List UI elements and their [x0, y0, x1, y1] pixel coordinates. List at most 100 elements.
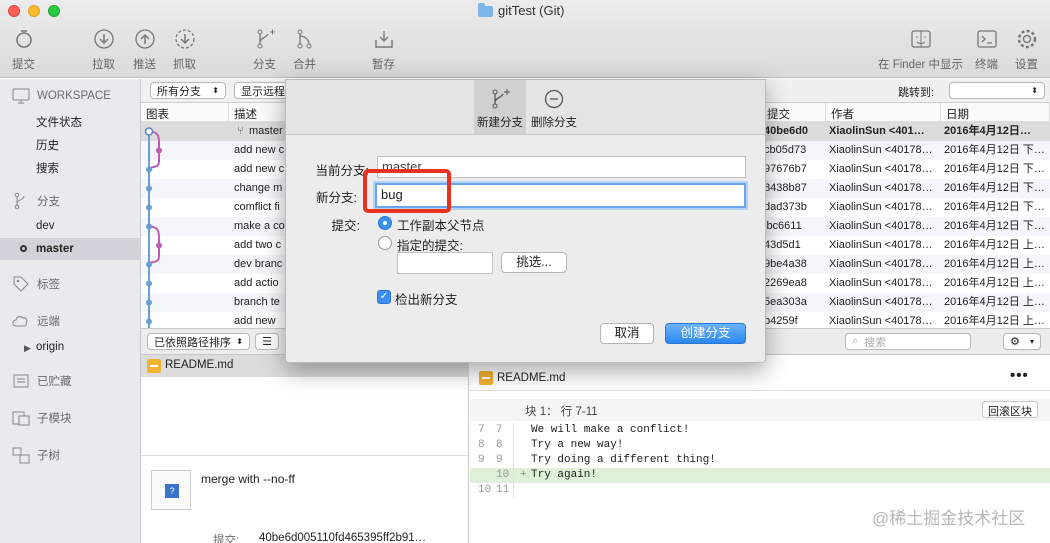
sidebar-item-dev[interactable]: dev: [36, 220, 55, 232]
radio-specified-commit[interactable]: [378, 236, 392, 250]
commit-date: 2016年4月12日 下…: [944, 201, 1045, 213]
merge-icon: [297, 29, 311, 49]
disclosure-triangle-icon[interactable]: ▶: [24, 343, 31, 354]
specified-commit-input[interactable]: [397, 252, 493, 274]
commit-date: 2016年4月12日 下…: [944, 220, 1045, 232]
sidebar-section-stashes[interactable]: 已贮藏: [12, 372, 72, 390]
commit-button[interactable]: 提交: [12, 28, 35, 72]
diff-new-line-number: 11: [496, 484, 510, 496]
radio-working-copy[interactable]: [378, 216, 392, 230]
file-search-placeholder: 搜索: [864, 336, 887, 349]
sidebar-section-remotes[interactable]: 远端: [12, 312, 60, 330]
pick-commit-button[interactable]: 挑选...: [501, 252, 567, 273]
sidebar-item-origin[interactable]: origin: [36, 341, 64, 353]
commit-hash: 43d5d1: [764, 239, 801, 251]
sidebar-item-master[interactable]: master: [36, 243, 74, 255]
more-options-icon[interactable]: •••: [1010, 367, 1029, 384]
graph-commit-dot: [146, 204, 152, 211]
commit-message: merge with --no-ff: [201, 472, 295, 486]
modified-file-icon: [147, 359, 161, 373]
commit-author: XiaolinSun <40178…: [829, 182, 933, 194]
list-view-button[interactable]: ☰: [255, 333, 279, 350]
jump-to-select[interactable]: ⬍: [949, 82, 1045, 99]
window-title: gitTest (Git): [478, 3, 564, 18]
stash-icon: [374, 31, 393, 48]
branch-label: 分支: [253, 59, 276, 71]
sidebar-section-tags[interactable]: 标签: [12, 275, 60, 293]
commit-date: 2016年4月12日 下…: [944, 182, 1045, 194]
file-search-input[interactable]: ⌕ 搜索: [845, 333, 971, 350]
sidebar-section-workspace[interactable]: WORKSPACE: [12, 87, 111, 105]
commit-source-label: 提交:: [331, 219, 360, 233]
sort-select[interactable]: 已依照路径排序 ⬍: [147, 333, 250, 350]
diff-header: README.md •••: [470, 365, 1050, 391]
show-in-finder-button[interactable]: 在 Finder 中显示: [878, 28, 963, 72]
sidebar-item-history[interactable]: 历史: [36, 137, 59, 153]
file-name: README.md: [165, 359, 234, 371]
checkout-new-branch-checkbox[interactable]: ✓: [377, 290, 391, 304]
fetch-icon: [174, 29, 195, 49]
window-title-text: gitTest (Git): [498, 3, 565, 18]
monitor-icon: [12, 88, 30, 104]
commit-hash: lbc6611: [764, 220, 802, 232]
file-options-button[interactable]: ⚙ ▾: [1003, 333, 1041, 350]
gutter-divider: [513, 423, 514, 498]
create-branch-button[interactable]: 创建分支: [665, 323, 746, 344]
commit-hash-value[interactable]: 40be6d005110fd465395ff2b91…: [259, 532, 426, 543]
diff-new-line-number: 9: [496, 454, 503, 466]
new-branch-dialog: 新建分支 删除分支 当前分支: master 新分支: bug 提交: 工作副本…: [285, 79, 766, 363]
sidebar-section-subtrees[interactable]: 子树: [12, 446, 60, 464]
diff-sign: +: [520, 469, 527, 481]
checkout-new-branch-label: 检出新分支: [395, 293, 458, 307]
graph-commit-dot: [156, 147, 162, 154]
watermark: @稀土掘金技术社区: [872, 509, 1026, 528]
commit-author: XiaolinSun <40178…: [829, 277, 933, 289]
commit-date: 2016年4月12日 上…: [944, 277, 1045, 289]
close-window-button[interactable]: [8, 5, 20, 17]
revert-hunk-button[interactable]: 回滚区块: [982, 401, 1038, 418]
push-button[interactable]: 推送: [133, 28, 156, 72]
pull-button[interactable]: 拉取: [92, 28, 115, 72]
column-header-author[interactable]: 作者: [826, 103, 941, 122]
radio-working-copy-label: 工作副本父节点: [397, 219, 485, 233]
title-toolbar: gitTest (Git) 提交 拉取 推送 抓取 分支 合并 暂存 在 Fin…: [0, 0, 1050, 78]
column-header-date[interactable]: 日期: [941, 103, 1050, 122]
cancel-button[interactable]: 取消: [600, 323, 654, 344]
sidebar-section-submodules[interactable]: 子模块: [12, 409, 72, 427]
merge-button[interactable]: 合并: [293, 28, 316, 72]
fetch-button[interactable]: 抓取: [173, 28, 196, 72]
diff-text: Try again!: [531, 469, 598, 481]
commit-icon: [15, 30, 32, 48]
zoom-window-button[interactable]: [48, 5, 60, 17]
column-header-graph[interactable]: 图表: [141, 103, 229, 122]
column-header-commit[interactable]: 提交: [762, 103, 826, 122]
branch-button[interactable]: 分支: [253, 28, 276, 72]
tab-delete-branch[interactable]: 删除分支: [528, 80, 580, 134]
minimize-window-button[interactable]: [28, 5, 40, 17]
stash-button[interactable]: 暂存: [372, 28, 395, 72]
fetch-label: 抓取: [173, 59, 196, 71]
sidebar-item-search[interactable]: 搜索: [36, 160, 59, 176]
commit-hash: 40be6d0: [764, 125, 809, 137]
new-branch-icon: [492, 89, 510, 109]
commit-date: 2016年4月12日 上…: [944, 258, 1045, 270]
diff-line: 10 11: [470, 483, 1050, 498]
submodule-icon: [12, 411, 30, 426]
current-branch-indicator-icon: [20, 245, 27, 252]
graph-commit-dot: [146, 261, 152, 268]
sidebar-item-file-status[interactable]: 文件状态: [36, 114, 82, 130]
sidebar-tags-label: 标签: [37, 279, 60, 291]
sidebar-section-branches[interactable]: 分支: [12, 192, 60, 210]
finder-label: 在 Finder 中显示: [878, 59, 963, 71]
gear-icon: [1017, 29, 1036, 49]
commit-graph: [144, 127, 162, 328]
dialog-toolbar: 新建分支 删除分支: [286, 80, 765, 135]
branch-filter-select[interactable]: 所有分支 ⬍: [150, 82, 226, 99]
terminal-button[interactable]: 终端: [975, 28, 998, 72]
commit-label: 提交: [12, 59, 35, 71]
graph-commit-dot: [146, 185, 152, 192]
diff-old-line-number: 10: [478, 484, 492, 496]
settings-button[interactable]: 设置: [1015, 28, 1038, 72]
push-label: 推送: [133, 59, 156, 71]
tab-new-branch[interactable]: 新建分支: [474, 80, 526, 134]
